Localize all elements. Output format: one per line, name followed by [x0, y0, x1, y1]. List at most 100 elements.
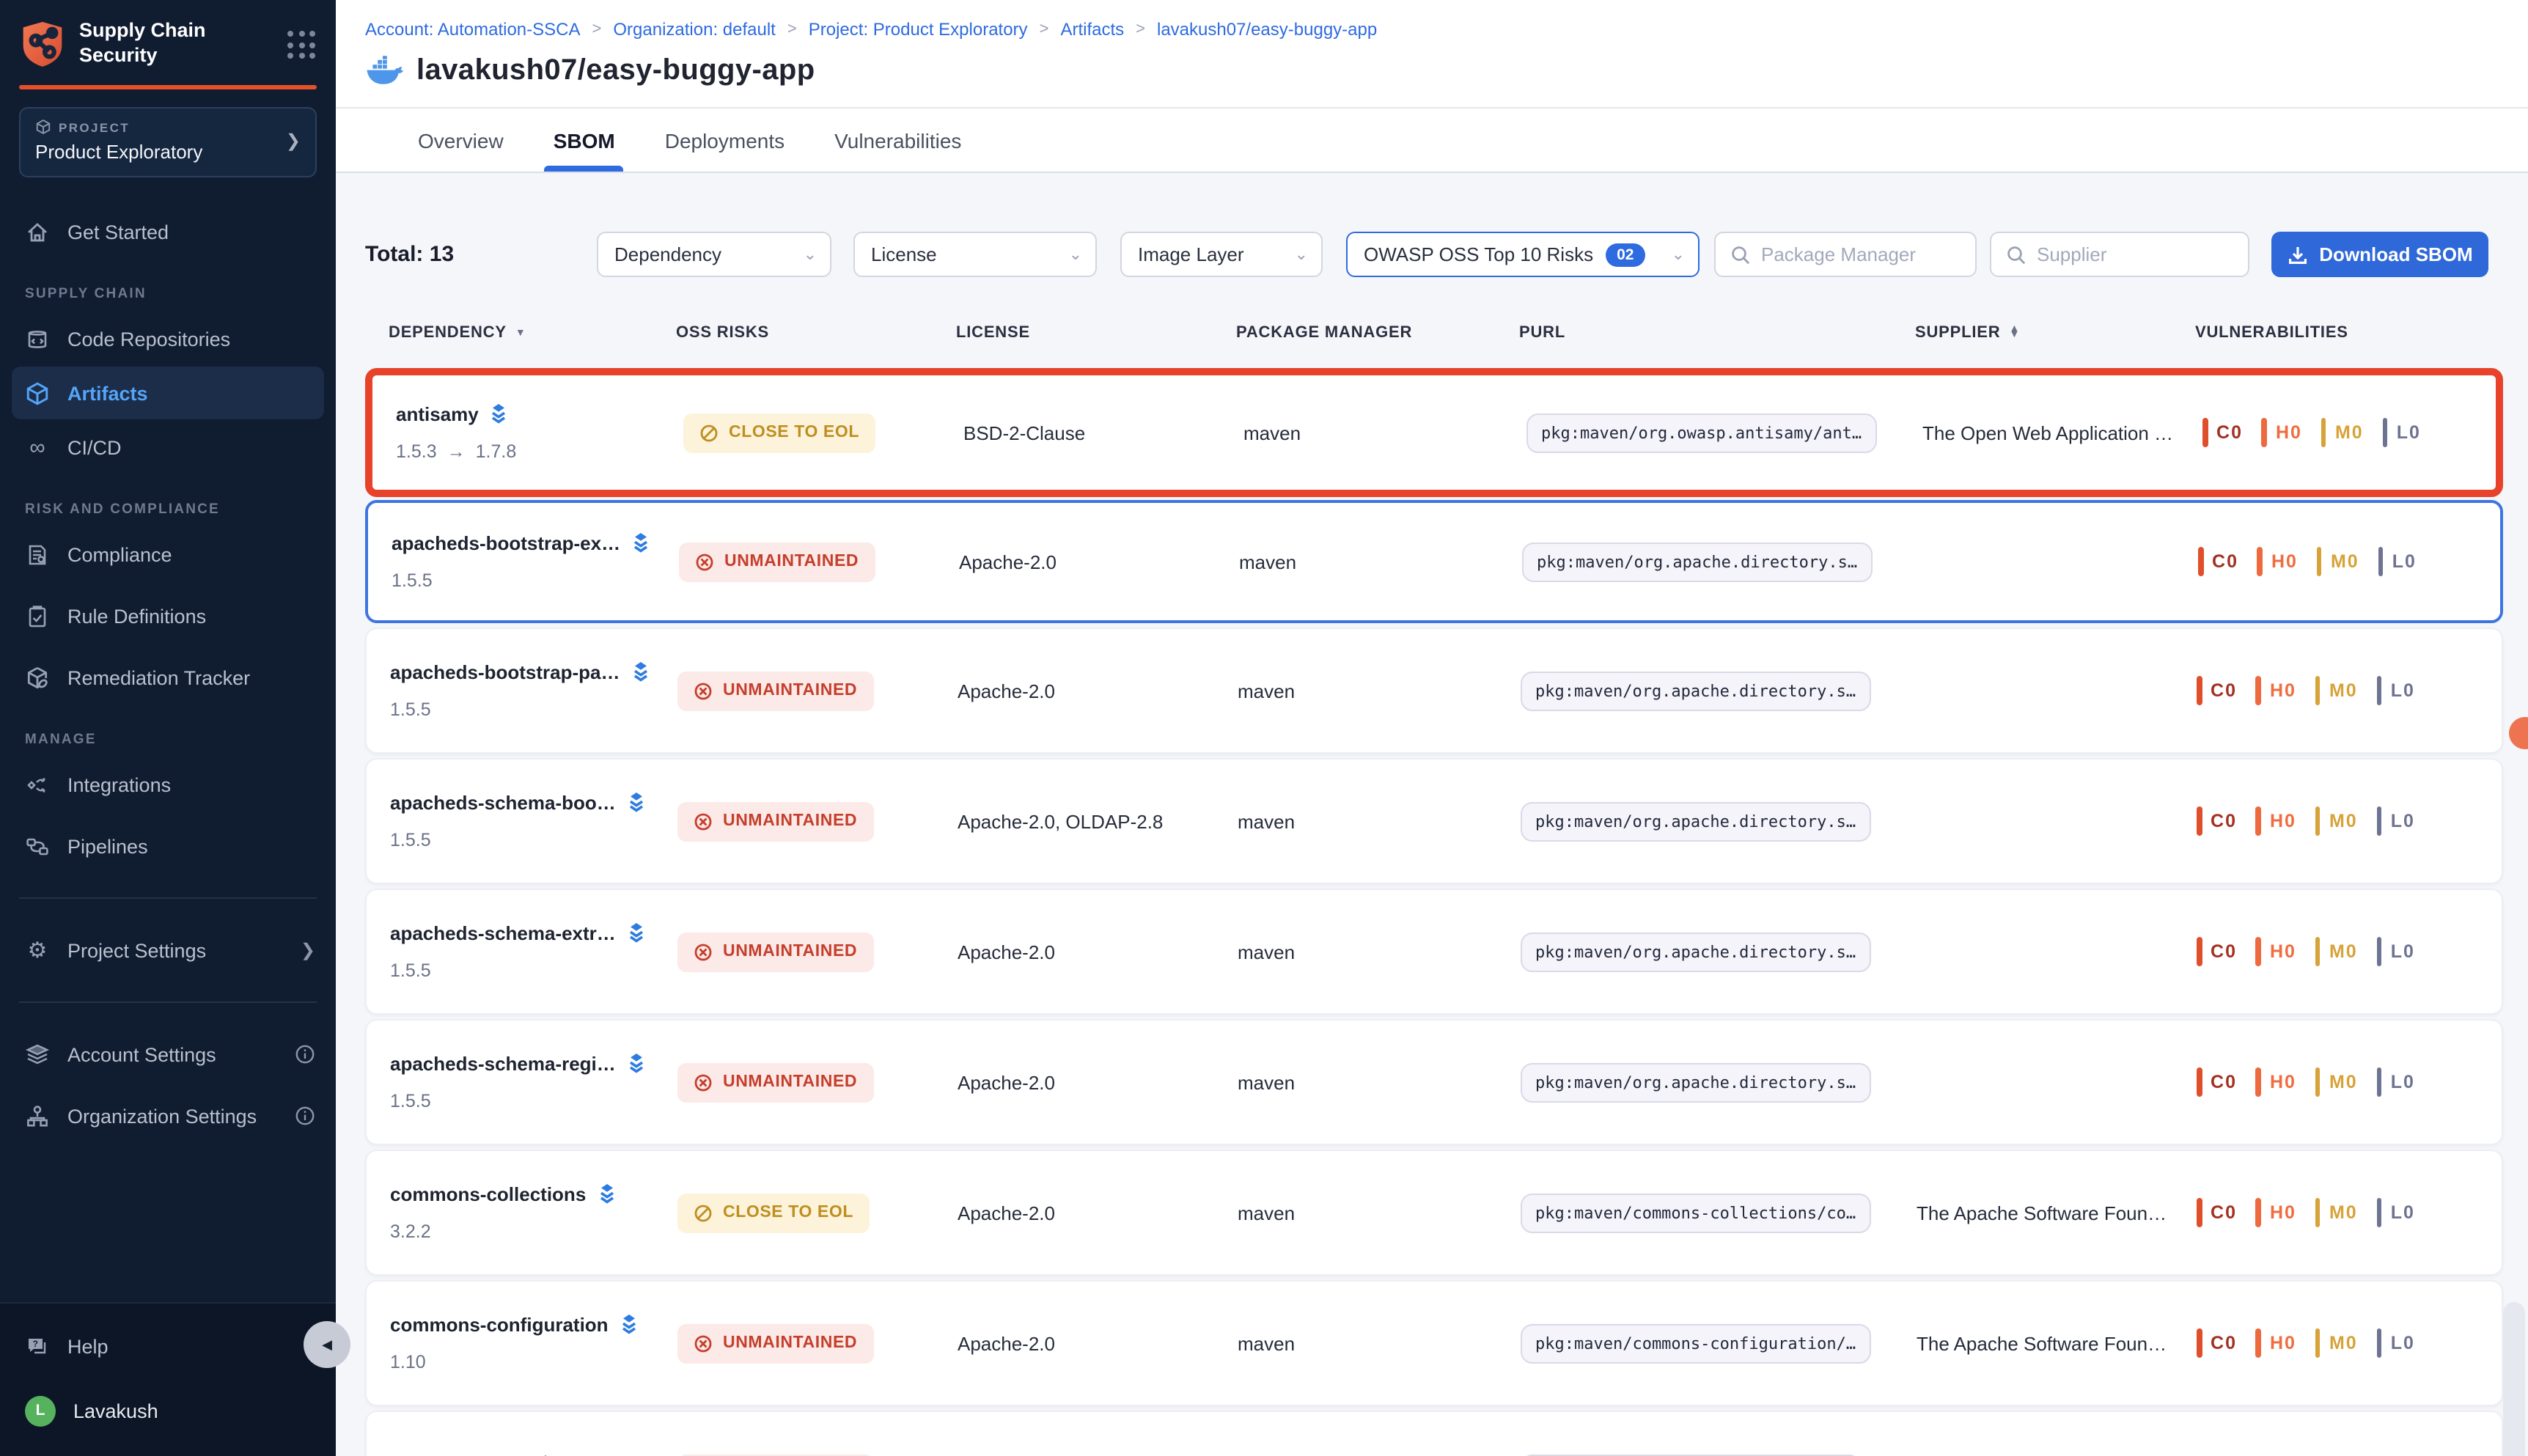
layers-icon[interactable] — [626, 792, 647, 814]
sidebar-item-cicd[interactable]: ∞ CI/CD — [0, 422, 336, 472]
sidebar-item-artifacts[interactable]: Artifacts — [12, 367, 324, 419]
table-row[interactable]: apacheds-schema-boo… 1.5.5 UNMAINTAINED — [365, 758, 2503, 884]
table-row[interactable]: apacheds-bootstrap-ex… 1.5.5 UNMAINTAINE… — [368, 503, 2500, 620]
severity-bar — [2256, 1198, 2261, 1227]
dependency-version: 3.2.2 — [390, 1221, 431, 1242]
package-manager-cell: maven — [1238, 1202, 1521, 1224]
svg-text:?: ? — [33, 1338, 38, 1348]
column-header-vulnerabilities: VULNERABILITIES — [2195, 324, 2503, 342]
supplier-search[interactable] — [1990, 232, 2249, 277]
package-manager-input[interactable] — [1761, 243, 1961, 265]
tab-sbom[interactable]: SBOM — [554, 109, 615, 172]
layers-icon[interactable] — [631, 661, 651, 683]
layers-icon[interactable] — [489, 403, 510, 425]
sbom-content: Total: 13 Dependency ⌄ License ⌄ Image L… — [336, 173, 2528, 1456]
search-icon — [1730, 244, 1751, 265]
package-manager-search[interactable] — [1714, 232, 1977, 277]
user-menu[interactable]: L Lavakush — [0, 1386, 336, 1435]
table-row[interactable]: apacheds-schema-regi… 1.5.5 UNMAINTAINED — [365, 1019, 2503, 1145]
dependency-table: antisamy 1.5.3 → 1.7.8 CLOSE TO EOL — [365, 368, 2503, 1456]
purl-pill[interactable]: pkg:maven/org.owasp.antisamy/ant… — [1526, 413, 1876, 453]
upgrade-arrow: → — [447, 441, 466, 462]
info-icon[interactable] — [295, 1106, 315, 1126]
tab-overview[interactable]: Overview — [418, 109, 504, 172]
owasp-risks-filter-dropdown[interactable]: OWASP OSS Top 10 Risks 02 ⌄ — [1346, 232, 1700, 277]
purl-pill[interactable]: pkg:maven/org.apache.directory.s… — [1521, 933, 1870, 972]
purl-pill[interactable]: pkg:maven/commons-collections/co… — [1521, 1194, 1870, 1233]
breadcrumb-current[interactable]: lavakush07/easy-buggy-app — [1157, 19, 1377, 40]
vuln-count-l: L0 — [2377, 1198, 2415, 1227]
dependency-version: 1.5.5 — [390, 830, 431, 850]
purl-pill[interactable]: pkg:maven/commons-configuration/… — [1521, 1324, 1870, 1364]
column-header-dependency[interactable]: DEPENDENCY ▼ — [389, 324, 676, 342]
column-header-supplier[interactable]: SUPPLIER ▲▼ — [1915, 324, 2195, 342]
sidebar-item-code-repositories[interactable]: Code Repositories — [0, 314, 336, 364]
table-row[interactable]: commons-collections 3.2.2 CLOSE TO EOL — [365, 1150, 2503, 1276]
tab-deployments[interactable]: Deployments — [665, 109, 785, 172]
vulnerabilities-cell: C0 H0 M0 L0 — [2197, 937, 2502, 966]
breadcrumb-artifacts[interactable]: Artifacts — [1060, 19, 1124, 40]
license-filter-dropdown[interactable]: License ⌄ — [853, 232, 1097, 277]
layers-icon[interactable] — [631, 532, 651, 554]
layers-icon[interactable] — [619, 1314, 639, 1336]
info-icon[interactable] — [295, 1044, 315, 1065]
severity-bar — [2377, 806, 2382, 836]
sort-desc-icon: ▼ — [515, 328, 526, 338]
vuln-count-c: C0 — [2197, 676, 2237, 705]
dependency-cell: apacheds-schema-regi… 1.5.5 — [390, 1053, 677, 1111]
supplier-cell: The Open Web Application … — [1922, 422, 2202, 444]
vulnerabilities-cell: C0 H0 M0 L0 — [2202, 418, 2496, 447]
severity-bar — [2197, 1198, 2202, 1227]
vuln-count-h: H0 — [2256, 806, 2296, 836]
brand-shield-icon — [19, 19, 66, 69]
sidebar-item-rule-definitions[interactable]: Rule Definitions — [0, 591, 336, 641]
purl-pill[interactable]: pkg:maven/org.apache.directory.s… — [1521, 672, 1870, 711]
table-row[interactable]: apacheds-schema-extr… 1.5.5 UNMAINTAINED — [365, 889, 2503, 1015]
sidebar-item-project-settings[interactable]: ⚙ Project Settings ❯ — [0, 925, 336, 975]
layers-icon[interactable] — [596, 1183, 617, 1205]
dependency-filter-dropdown[interactable]: Dependency ⌄ — [597, 232, 831, 277]
purl-pill[interactable]: pkg:maven/org.apache.directory.s… — [1521, 1063, 1870, 1103]
supplier-input[interactable] — [2037, 243, 2233, 265]
app-switcher-icon[interactable] — [287, 31, 315, 59]
breadcrumb-project[interactable]: Project: Product Exploratory — [809, 19, 1028, 40]
sidebar-item-pipelines[interactable]: Pipelines — [0, 821, 336, 871]
license-cell: BSD-2-Clause — [963, 422, 1243, 444]
oss-risk-badge: UNMAINTAINED — [677, 1062, 873, 1102]
user-name: Lavakush — [73, 1400, 158, 1422]
layers-icon[interactable] — [626, 1053, 647, 1075]
column-header-license: LICENSE — [956, 324, 1236, 342]
package-manager-cell: maven — [1238, 810, 1521, 832]
sidebar-item-compliance[interactable]: Compliance — [0, 529, 336, 579]
chevron-down-icon: ⌄ — [1672, 245, 1685, 264]
sidebar-item-remediation-tracker[interactable]: Remediation Tracker — [0, 652, 336, 702]
gear-icon: ⚙ — [25, 939, 50, 961]
vertical-scrollbar-thumb[interactable] — [2503, 1302, 2525, 1456]
table-row[interactable]: commons-configuration 1.10 UNMAINTAINED — [365, 1280, 2503, 1406]
sidebar-collapse-handle[interactable]: ◀ — [304, 1321, 350, 1368]
purl-pill[interactable]: pkg:maven/org.apache.directory.s… — [1522, 543, 1872, 582]
sidebar-item-organization-settings[interactable]: Organization Settings — [0, 1091, 336, 1141]
download-sbom-button[interactable]: Download SBOM — [2271, 232, 2488, 277]
sidebar-item-get-started[interactable]: Get Started — [0, 207, 336, 257]
tab-vulnerabilities[interactable]: Vulnerabilities — [834, 109, 961, 172]
purl-pill[interactable]: pkg:maven/org.apache.directory.s… — [1521, 802, 1870, 842]
severity-bar — [2197, 806, 2202, 836]
dependency-cell: commons-configuration 1.10 — [390, 1314, 677, 1372]
table-row[interactable]: antisamy 1.5.3 → 1.7.8 CLOSE TO EOL — [372, 375, 2496, 490]
image-layer-filter-dropdown[interactable]: Image Layer ⌄ — [1120, 232, 1323, 277]
vuln-count-h: H0 — [2256, 937, 2296, 966]
layers-icon[interactable] — [626, 922, 647, 944]
breadcrumb-organization[interactable]: Organization: default — [613, 19, 776, 40]
sidebar-item-account-settings[interactable]: Account Settings — [0, 1029, 336, 1079]
severity-bar — [2317, 547, 2322, 576]
table-row[interactable]: commons-lang UNMAINTAINED Apache- — [365, 1411, 2503, 1456]
table-row[interactable]: apacheds-bootstrap-pa… 1.5.5 UNMAINTAINE… — [365, 628, 2503, 754]
breadcrumb-account[interactable]: Account: Automation-SSCA — [365, 19, 581, 40]
sidebar-item-integrations[interactable]: Integrations — [0, 760, 336, 809]
dependency-cell: antisamy 1.5.3 → 1.7.8 — [396, 403, 683, 462]
close-to-eol-icon — [694, 1203, 713, 1222]
clipboard-check-icon — [25, 603, 50, 628]
sidebar-item-help[interactable]: ? Help — [0, 1321, 336, 1371]
project-selector[interactable]: PROJECT Product Exploratory ❯ — [19, 107, 317, 177]
